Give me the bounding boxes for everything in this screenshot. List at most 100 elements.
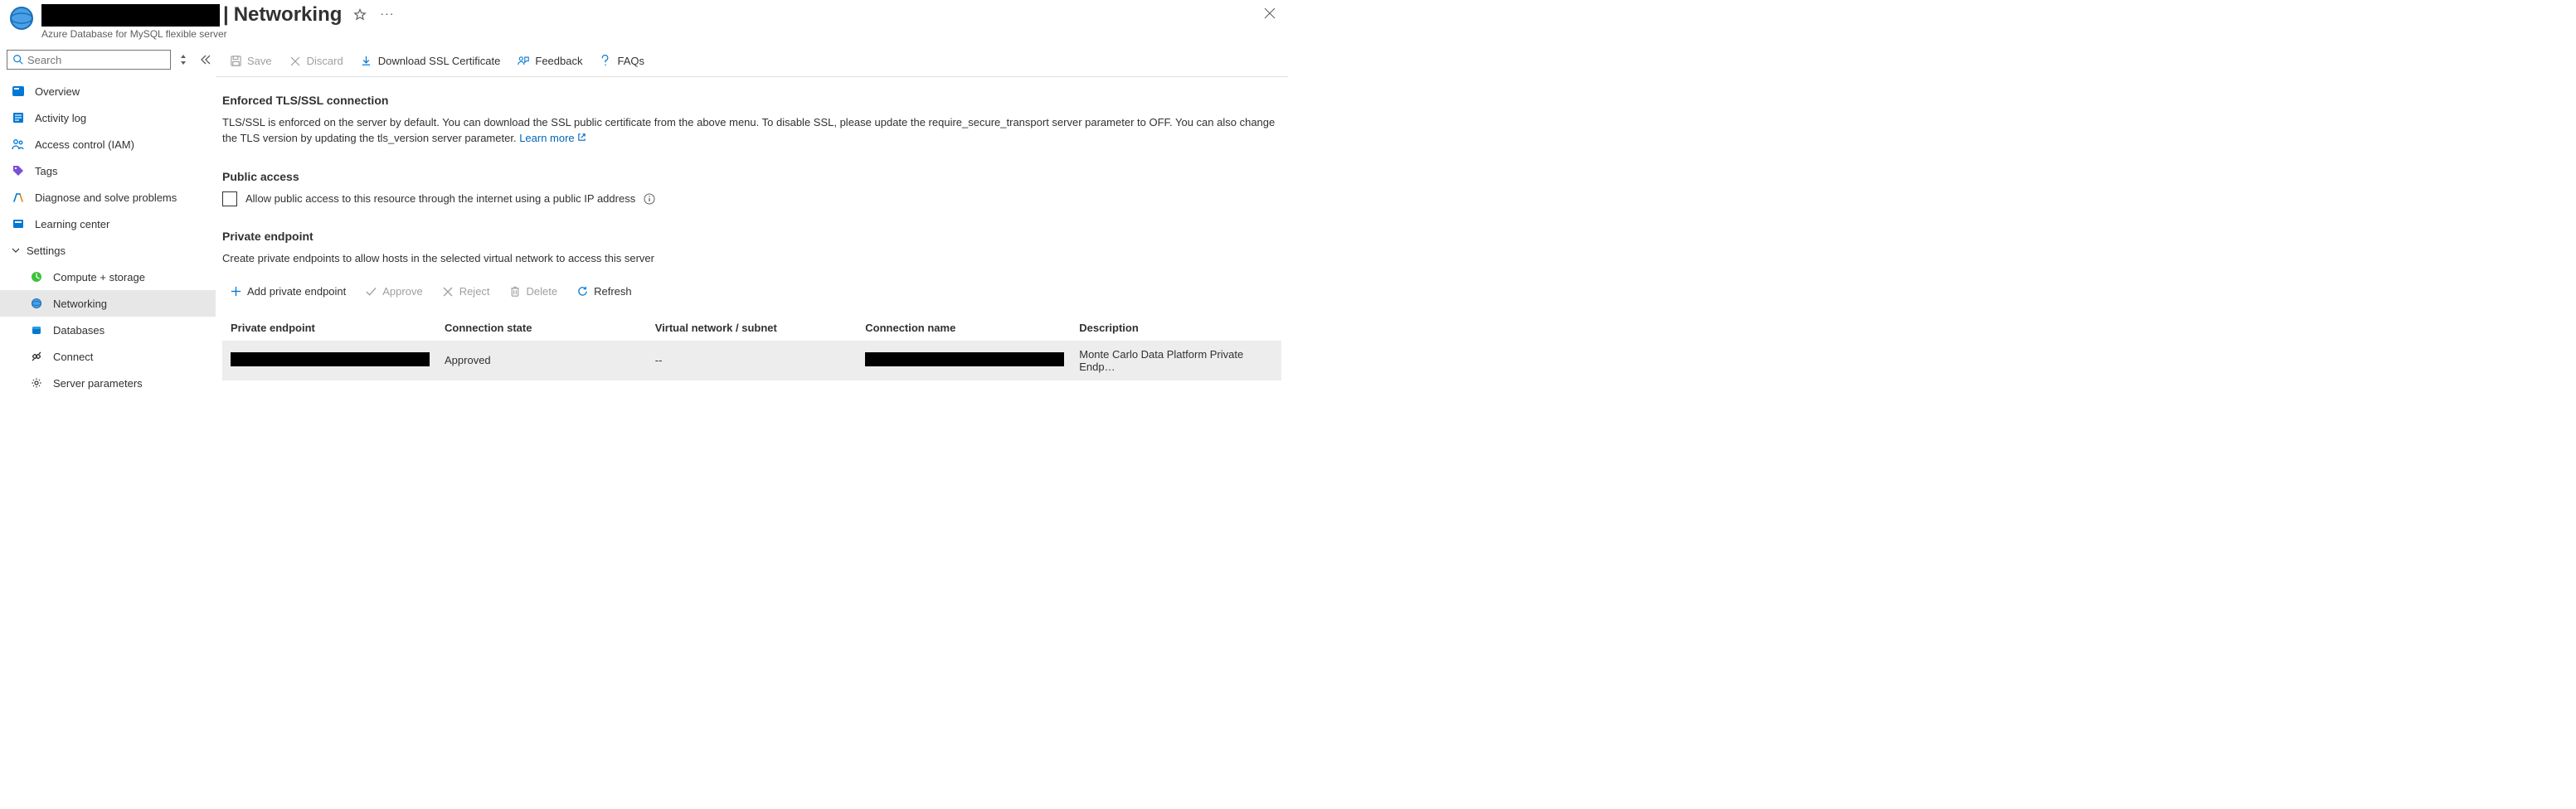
sidebar-item-connect[interactable]: Connect [0, 343, 216, 370]
save-label: Save [247, 55, 272, 67]
refresh-icon [576, 285, 589, 298]
sidebar-item-label: Learning center [35, 218, 109, 230]
redacted-resource-name [41, 4, 220, 27]
sidebar-item-label: Databases [53, 324, 104, 337]
databases-icon [30, 323, 43, 337]
private-endpoint-desc: Create private endpoints to allow hosts … [222, 251, 1281, 267]
sidebar-item-label: Diagnose and solve problems [35, 191, 177, 204]
public-access-title: Public access [222, 170, 1281, 183]
sidebar-item-overview[interactable]: Overview [0, 78, 216, 104]
th-conn-name[interactable]: Connection name [857, 315, 1071, 342]
favorite-star-icon[interactable] [353, 8, 367, 22]
faqs-label: FAQs [617, 55, 644, 67]
sidebar-item-label: Server parameters [53, 377, 143, 390]
sidebar-section-settings[interactable]: Settings [0, 237, 216, 264]
check-icon [364, 285, 377, 298]
tls-section-title: Enforced TLS/SSL connection [222, 94, 1281, 107]
sidebar-item-server-parameters[interactable]: Server parameters [0, 370, 216, 396]
delete-button[interactable]: Delete [502, 279, 565, 305]
activity-log-icon [12, 111, 25, 124]
feedback-button[interactable]: Feedback [510, 48, 589, 75]
sidebar-item-compute-storage[interactable]: Compute + storage [0, 264, 216, 290]
sidebar-item-databases[interactable]: Databases [0, 317, 216, 343]
redacted-conn-name [865, 352, 1064, 366]
sidebar-item-iam[interactable]: Access control (IAM) [0, 131, 216, 157]
add-private-endpoint-button[interactable]: Add private endpoint [222, 279, 352, 305]
pe-toolbar: Add private endpoint Approve Reject [222, 279, 1281, 305]
public-access-label: Allow public access to this resource thr… [245, 192, 635, 205]
save-button[interactable]: Save [222, 48, 279, 75]
tls-section-body: TLS/SSL is enforced on the server by def… [222, 115, 1281, 147]
gear-icon [30, 376, 43, 390]
download-ssl-button[interactable]: Download SSL Certificate [353, 48, 508, 75]
refresh-label: Refresh [594, 285, 632, 298]
cell-vnet: -- [647, 341, 858, 380]
sidebar-item-activity-log[interactable]: Activity log [0, 104, 216, 131]
diagnose-icon [12, 191, 25, 204]
sidebar-search[interactable] [7, 50, 171, 70]
th-state[interactable]: Connection state [436, 315, 647, 342]
th-endpoint[interactable]: Private endpoint [222, 315, 436, 342]
discard-icon [289, 55, 302, 68]
blade-header: | Networking ··· Azure Database for MySQ… [0, 0, 1288, 45]
page-title: Networking [234, 3, 343, 27]
chevron-down-icon [12, 246, 22, 254]
sidebar-item-networking[interactable]: Networking [0, 290, 216, 317]
tags-icon [12, 164, 25, 177]
feedback-icon [517, 55, 530, 68]
external-link-icon [577, 133, 586, 142]
resource-type-icon [8, 5, 35, 31]
more-menu-icon[interactable]: ··· [380, 8, 394, 22]
save-icon [229, 55, 242, 68]
sidebar-item-label: Compute + storage [53, 271, 145, 283]
connect-icon [30, 350, 43, 363]
iam-icon [12, 138, 25, 151]
table-row[interactable]: Approved -- Monte Carlo Data Platform Pr… [222, 341, 1281, 380]
search-icon [12, 54, 24, 65]
faqs-button[interactable]: FAQs [592, 48, 651, 75]
sidebar-item-diagnose[interactable]: Diagnose and solve problems [0, 184, 216, 211]
command-bar: Save Discard Download SSL Certificate [216, 46, 1288, 77]
title-sep: | [223, 3, 229, 27]
th-vnet[interactable]: Virtual network / subnet [647, 315, 858, 342]
collapse-sidebar-icon[interactable] [199, 55, 211, 65]
close-icon[interactable] [1263, 7, 1276, 20]
overview-icon [12, 85, 25, 98]
sidebar-item-label: Networking [53, 298, 107, 310]
sidebar-item-label: Access control (IAM) [35, 138, 134, 151]
public-access-checkbox[interactable] [222, 191, 237, 206]
sidebar-item-label: Tags [35, 165, 57, 177]
cell-state: Approved [436, 341, 647, 380]
reject-button[interactable]: Reject [435, 279, 497, 305]
plus-icon [229, 285, 242, 298]
sidebar-item-label: Connect [53, 351, 93, 363]
reject-label: Reject [459, 285, 490, 298]
th-desc[interactable]: Description [1071, 315, 1281, 342]
trash-icon [508, 285, 522, 298]
discard-button[interactable]: Discard [282, 48, 350, 75]
sidebar-item-tags[interactable]: Tags [0, 157, 216, 184]
search-input[interactable] [27, 54, 165, 66]
compute-icon [30, 270, 43, 283]
approve-label: Approve [382, 285, 422, 298]
learn-more-link[interactable]: Learn more [519, 132, 586, 144]
sidebar: Overview Activity log Access control (IA… [0, 45, 216, 396]
download-ssl-label: Download SSL Certificate [378, 55, 501, 67]
sort-icon[interactable] [179, 53, 191, 66]
learning-icon [12, 217, 25, 230]
resource-type-subtitle: Azure Database for MySQL flexible server [41, 28, 394, 40]
content-pane: Save Discard Download SSL Certificate [216, 45, 1288, 387]
download-icon [360, 55, 373, 68]
sidebar-item-label: Overview [35, 85, 80, 98]
approve-button[interactable]: Approve [357, 279, 429, 305]
refresh-button[interactable]: Refresh [569, 279, 639, 305]
discard-label: Discard [307, 55, 343, 67]
question-icon [599, 55, 612, 68]
feedback-label: Feedback [535, 55, 582, 67]
sidebar-item-learning[interactable]: Learning center [0, 211, 216, 237]
title-block: | Networking ··· Azure Database for MySQ… [41, 3, 394, 40]
info-icon[interactable] [644, 193, 655, 205]
private-endpoint-table: Private endpoint Connection state Virtua… [222, 315, 1281, 380]
networking-icon [30, 297, 43, 310]
reject-icon [441, 285, 454, 298]
